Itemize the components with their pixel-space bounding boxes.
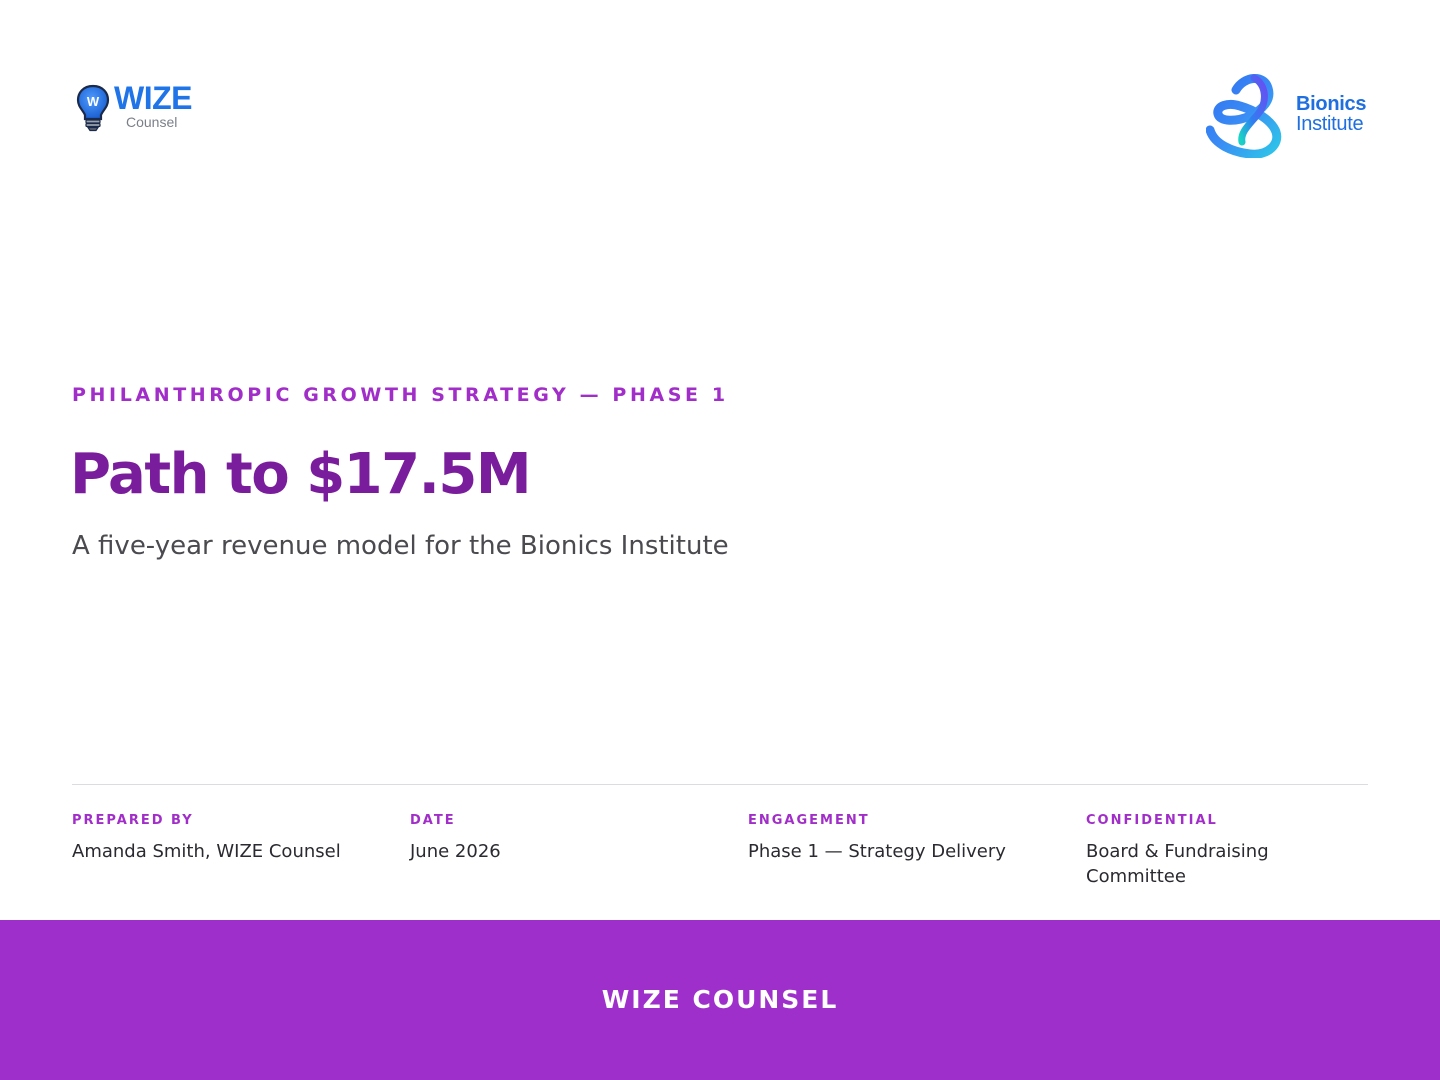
bionics-wordmark: Bionics Institute xyxy=(1296,94,1366,134)
wize-wordmark: WIZE xyxy=(114,80,192,116)
meta-label: ENGAGEMENT xyxy=(748,813,870,828)
meta-label: PREPARED BY xyxy=(72,813,194,828)
logo-mark-letter: W xyxy=(87,94,100,109)
meta-confidential: CONFIDENTIAL Board & Fundraising Committ… xyxy=(1086,812,1346,889)
bionics-wordmark-line2: Institute xyxy=(1296,113,1364,135)
footer-band: WIZE COUNSEL xyxy=(0,920,1440,1080)
bionics-ribbon-icon xyxy=(1206,74,1282,158)
page-subtitle: A five-year revenue model for the Bionic… xyxy=(72,531,729,561)
meta-label: CONFIDENTIAL xyxy=(1086,813,1218,828)
lightbulb-icon: W xyxy=(76,84,110,132)
cover-page: W WIZE Counsel Bionics Institute PHILANT… xyxy=(0,0,1440,1080)
meta-value: Amanda Smith, WIZE Counsel xyxy=(72,841,341,862)
wize-counsel-logo: W WIZE Counsel xyxy=(76,80,206,134)
wize-subtext: Counsel xyxy=(126,114,178,130)
bionics-wordmark-line1: Bionics xyxy=(1296,93,1367,115)
footer-brand-text: WIZE COUNSEL xyxy=(601,985,839,1014)
eyebrow-label: PHILANTHROPIC GROWTH STRATEGY — PHASE 1 xyxy=(72,384,729,406)
meta-value: June 2026 xyxy=(410,841,501,862)
meta-value: Board & Fundraising Committee xyxy=(1086,841,1269,887)
meta-engagement: ENGAGEMENT Phase 1 — Strategy Delivery xyxy=(748,812,1048,864)
meta-prepared-by: PREPARED BY Amanda Smith, WIZE Counsel xyxy=(72,812,372,864)
meta-value: Phase 1 — Strategy Delivery xyxy=(748,841,1006,862)
page-title: Path to $17.5M xyxy=(70,442,532,507)
meta-date: DATE June 2026 xyxy=(410,812,710,864)
meta-divider xyxy=(72,784,1368,785)
bionics-institute-logo: Bionics Institute xyxy=(1206,70,1376,160)
meta-label: DATE xyxy=(410,813,456,828)
